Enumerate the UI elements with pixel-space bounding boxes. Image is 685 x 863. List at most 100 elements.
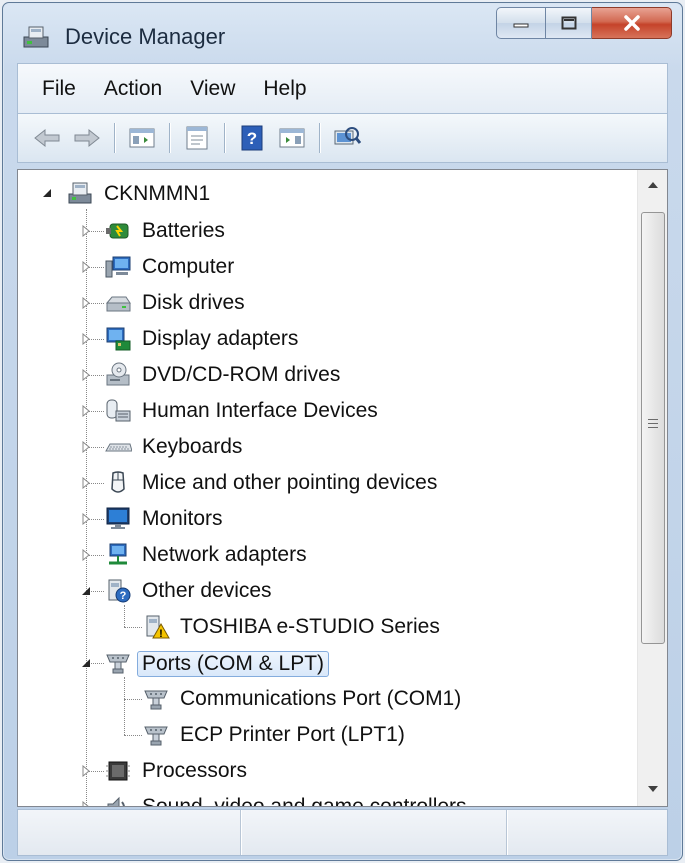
svg-text:?: ? [247,129,257,148]
window-controls [496,7,672,41]
status-pane-1 [18,810,241,855]
toolbar: ? [17,113,668,163]
collapse-arrow-icon[interactable] [80,657,92,669]
menu-view[interactable]: View [176,77,249,101]
tree-category-label[interactable]: Monitors [142,507,223,531]
back-button[interactable] [32,123,62,153]
toolbar-separator [319,123,320,153]
menu-bar: File Action View Help [17,63,668,114]
scan-hardware-icon [334,127,361,145]
expand-arrow-icon[interactable] [80,225,92,237]
tree-category-label[interactable]: DVD/CD-ROM drives [142,363,340,387]
device-manager-icon [23,26,49,48]
tree-device-label[interactable]: ECP Printer Port (LPT1) [180,723,405,747]
tree-category-label[interactable]: Network adapters [142,543,307,567]
expand-arrow-icon[interactable] [80,801,92,806]
vertical-scrollbar[interactable] [637,170,667,806]
tree-category-label[interactable]: Other devices [142,579,272,603]
show-hide-console-tree-button[interactable] [127,123,157,153]
minimize-button[interactable] [496,7,546,39]
menu-help[interactable]: Help [249,77,320,101]
tree-category-label[interactable]: Human Interface Devices [142,399,378,423]
expand-arrow-icon[interactable] [80,441,92,453]
menu-action[interactable]: Action [90,77,176,101]
scroll-grip [648,419,658,431]
expand-arrow-icon[interactable] [80,297,92,309]
properties-button[interactable] [182,123,212,153]
tree-category-label[interactable]: Ports (COM & LPT) [137,651,330,677]
sound-icon [107,796,125,806]
expand-arrow-icon[interactable] [80,261,92,273]
collapse-arrow-icon[interactable] [80,585,92,597]
tree-category-label[interactable]: Display adapters [142,327,298,351]
svg-text:!: ! [159,628,163,640]
status-pane-2 [240,810,507,855]
menu-file[interactable]: File [18,77,90,101]
expand-arrow-icon[interactable] [80,765,92,777]
port-icon [144,690,168,710]
tree-category-label[interactable]: Disk drives [142,291,245,315]
device-tree[interactable]: CKNMMN1 Batteries Computer Disk drives Displ… [18,170,638,806]
collapse-arrow-icon[interactable] [41,187,53,199]
port-icon [106,654,130,674]
tree-category-label[interactable]: Keyboards [142,435,242,459]
tree-device-label[interactable]: Communications Port (COM1) [180,687,461,711]
tree-guide-line [124,627,142,628]
device-manager-window: Device Manager File Action View Help ? C… [2,2,683,861]
show-hide-console-tree-icon [129,128,155,148]
title-bar[interactable]: Device Manager [3,3,682,63]
tree-category-label[interactable]: Sound, video and game controllers [142,795,467,806]
tree-device-label[interactable]: TOSHIBA e-STUDIO Series [180,615,440,639]
processor-icon [106,761,130,781]
network-adapter-icon [109,543,127,565]
forward-icon [74,128,100,148]
dvd-drive-icon [106,362,130,386]
expand-arrow-icon[interactable] [80,549,92,561]
computer-icon [105,256,131,278]
hid-icon [106,399,131,422]
tree-category-label[interactable]: Processors [142,759,247,783]
computer-root-icon [68,182,92,204]
tree-guide-line [124,677,125,735]
help-button[interactable]: ? [237,123,267,153]
tree-guide-line [124,735,142,736]
properties-icon [186,126,208,150]
toolbar-separator [224,123,225,153]
battery-icon [106,223,129,239]
toolbar-separator [169,123,170,153]
tree-category-label[interactable]: Batteries [142,219,225,243]
scan-hardware-button[interactable] [332,123,362,153]
forward-button[interactable] [72,123,102,153]
device-tree-pane: CKNMMN1 Batteries Computer Disk drives Displ… [17,169,668,807]
svg-text:?: ? [120,590,127,602]
expand-arrow-icon[interactable] [80,369,92,381]
other-devices-icon: ? [108,579,131,603]
tree-guide-line [124,699,142,700]
expand-arrow-icon[interactable] [80,513,92,525]
chevron-up-icon [647,182,658,188]
minimize-icon [513,23,529,28]
back-icon [34,128,60,148]
close-button[interactable] [592,7,672,39]
warning-device-icon: ! [146,615,170,640]
tree-category-label[interactable]: Mice and other pointing devices [142,471,437,495]
tree-root-label[interactable]: CKNMMN1 [104,182,210,206]
chevron-down-icon [647,786,658,792]
expand-arrow-icon[interactable] [80,333,92,345]
scroll-up-button[interactable] [638,170,667,200]
mouse-icon [111,471,125,493]
display-adapter-icon [106,327,131,351]
tree-category-label[interactable]: Computer [142,255,234,279]
show-action-pane-icon [279,128,305,148]
show-action-pane-button[interactable] [277,123,307,153]
monitor-icon [106,507,130,529]
window-title: Device Manager [65,24,226,49]
scroll-down-button[interactable] [638,774,667,804]
expand-arrow-icon[interactable] [80,477,92,489]
maximize-button[interactable] [546,7,592,39]
keyboard-icon [105,443,132,452]
port-icon [144,726,168,746]
toolbar-separator [114,123,115,153]
expand-arrow-icon[interactable] [80,405,92,417]
scroll-thumb[interactable] [641,212,665,644]
